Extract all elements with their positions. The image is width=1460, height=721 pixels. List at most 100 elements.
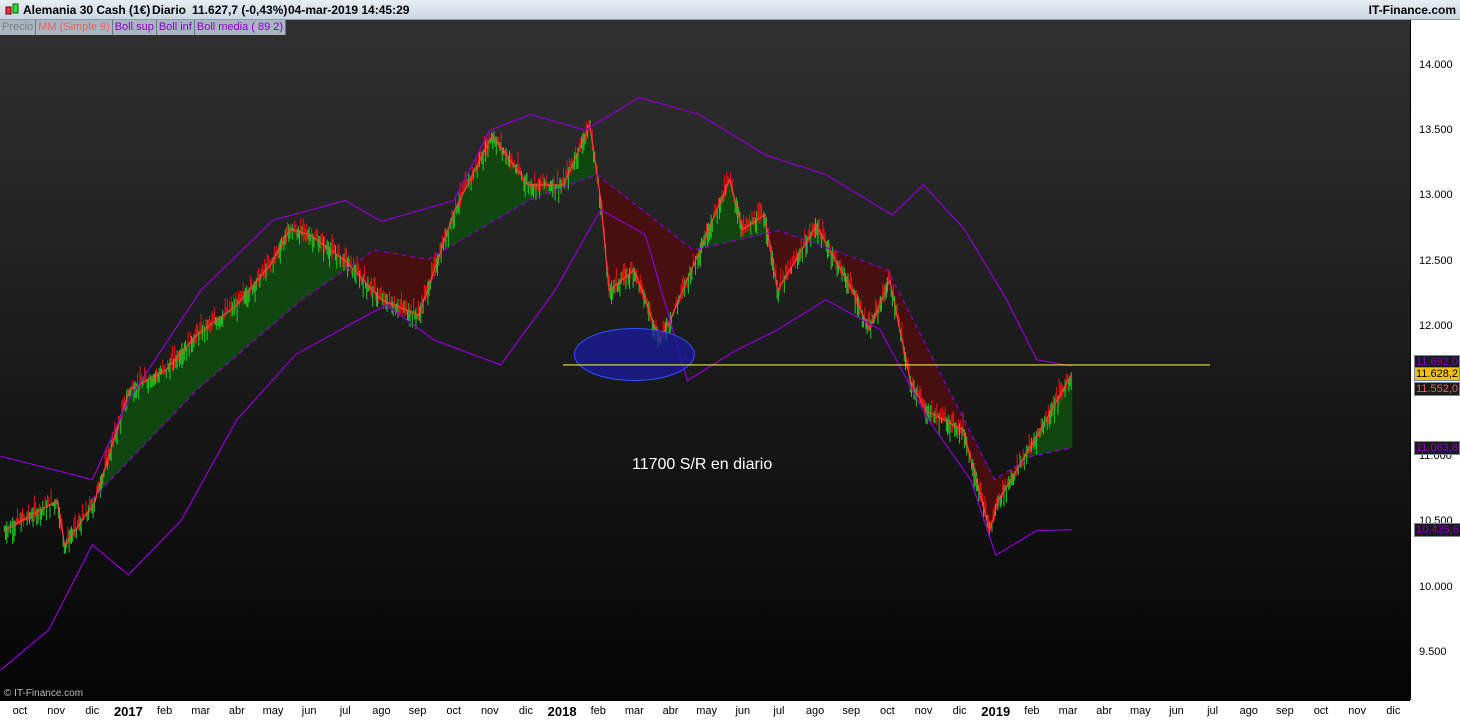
x-tick-label: ago bbox=[1239, 705, 1258, 717]
trend-fill bbox=[302, 232, 305, 300]
x-tick-label: 2017 bbox=[113, 704, 143, 719]
legend-item[interactable]: Boll inf bbox=[156, 20, 195, 35]
last-value-badge: 11.552,0 bbox=[1414, 382, 1460, 397]
trend-fill bbox=[332, 251, 335, 279]
x-tick-label: oct bbox=[12, 705, 28, 717]
trend-fill bbox=[910, 314, 913, 385]
trend-fill bbox=[932, 357, 935, 415]
legend-item[interactable]: Boll media ( 89 2) bbox=[194, 20, 287, 35]
trend-fill bbox=[282, 239, 285, 317]
trend-fill bbox=[620, 192, 623, 282]
x-tick-label: oct bbox=[1313, 705, 1329, 717]
last-value-badge: 11.628,2 bbox=[1414, 367, 1460, 382]
x-tick-label: 2018 bbox=[547, 704, 577, 719]
trend-fill bbox=[634, 203, 637, 276]
x-tick-label: nov bbox=[1348, 705, 1367, 717]
trend-fill bbox=[862, 260, 865, 319]
y-axis[interactable]: 14.00013.50013.00012.50012.00011.50011.0… bbox=[1410, 20, 1460, 700]
x-tick-label: dic bbox=[952, 705, 967, 717]
trend-fill bbox=[676, 236, 679, 306]
trend-fill bbox=[314, 238, 317, 292]
trend-fill bbox=[626, 197, 629, 277]
trend-fill bbox=[638, 206, 641, 287]
trend-fill bbox=[928, 349, 931, 413]
trend-fill bbox=[618, 191, 621, 284]
trend-fill bbox=[478, 159, 481, 231]
x-tick-label: abr bbox=[662, 705, 679, 717]
trend-fill bbox=[250, 286, 253, 345]
trend-fill bbox=[212, 321, 215, 377]
trend-fill bbox=[588, 128, 591, 178]
trend-fill bbox=[144, 380, 147, 445]
trend-fill bbox=[288, 229, 291, 312]
trend-fill bbox=[214, 320, 217, 375]
trend-fill bbox=[304, 233, 307, 299]
trend-fill bbox=[730, 182, 733, 242]
trend-fill bbox=[208, 324, 211, 381]
trend-fill bbox=[300, 232, 303, 302]
trend-fill bbox=[290, 229, 293, 310]
x-tick-label: oct bbox=[880, 705, 895, 717]
trend-fill bbox=[140, 382, 143, 450]
x-tick-label: nov bbox=[47, 705, 65, 717]
x-tick-label: may bbox=[696, 705, 718, 717]
trend-fill bbox=[728, 182, 731, 243]
x-tick-label: sep bbox=[408, 705, 427, 717]
trend-fill bbox=[240, 298, 243, 353]
y-tick-label: 10.000 bbox=[1419, 580, 1453, 593]
trend-fill bbox=[650, 216, 653, 320]
series-boll-inf bbox=[0, 208, 1072, 671]
x-tick-label: nov bbox=[914, 705, 933, 717]
trend-fill bbox=[1066, 380, 1069, 449]
x-tick-label: may bbox=[262, 705, 284, 717]
legend-item[interactable]: Precio bbox=[0, 20, 37, 35]
x-tick-label: feb bbox=[1024, 705, 1040, 717]
x-tick-label: sep bbox=[842, 705, 861, 717]
x-tick-label: feb bbox=[590, 705, 606, 717]
trend-fill bbox=[466, 183, 469, 238]
x-tick-label: abr bbox=[228, 705, 245, 717]
trend-fill bbox=[410, 256, 413, 313]
trend-fill bbox=[228, 309, 231, 363]
trend-fill bbox=[672, 233, 675, 316]
trend-fill bbox=[778, 230, 781, 290]
last-value-badge: 10.435,6 bbox=[1414, 522, 1460, 537]
trend-fill bbox=[512, 162, 515, 211]
x-tick-label: oct bbox=[446, 705, 462, 717]
trend-fill bbox=[122, 406, 125, 468]
x-tick-label: abr bbox=[1096, 705, 1113, 717]
legend-item[interactable]: MM (Simple 9) bbox=[36, 20, 113, 35]
trend-fill bbox=[142, 381, 145, 447]
x-tick-label: feb bbox=[156, 705, 173, 717]
trend-fill bbox=[480, 155, 483, 229]
legend-item[interactable]: Boll sup bbox=[112, 20, 157, 35]
trend-fill bbox=[670, 232, 673, 320]
x-tick-label: dic bbox=[518, 705, 533, 717]
trend-fill bbox=[162, 370, 165, 427]
trend-fill bbox=[474, 167, 477, 233]
y-tick-label: 9.500 bbox=[1419, 645, 1447, 658]
highlight-ellipse bbox=[573, 327, 695, 381]
trend-fill bbox=[632, 202, 635, 272]
watermark: © IT-Finance.com bbox=[4, 688, 84, 699]
price-chart bbox=[0, 96, 1210, 671]
x-axis[interactable]: oct nov dic 2017 feb mar abr may jun jul ago sep oct… bbox=[0, 700, 1410, 721]
trend-fill bbox=[922, 338, 925, 408]
trend-fill bbox=[926, 345, 929, 412]
y-tick-label: 14.000 bbox=[1419, 59, 1453, 71]
y-tick-label: 13.000 bbox=[1419, 189, 1453, 202]
trend-fill bbox=[644, 211, 647, 303]
x-tick-label: dic bbox=[1386, 705, 1401, 717]
x-tick-label: ago bbox=[372, 705, 391, 717]
x-tick-label: nov bbox=[480, 705, 499, 717]
trend-fill bbox=[490, 135, 493, 224]
x-tick-label: mar bbox=[624, 705, 644, 717]
trend-fill bbox=[498, 143, 501, 219]
y-tick-label: 13.500 bbox=[1419, 124, 1453, 137]
trend-fill bbox=[286, 232, 289, 314]
trend-fill bbox=[912, 318, 915, 389]
last-value-badge: 11.063,8 bbox=[1414, 440, 1460, 455]
trend-fill bbox=[292, 229, 295, 308]
trend-fill bbox=[608, 183, 611, 290]
x-tick-label: mar bbox=[191, 705, 211, 717]
